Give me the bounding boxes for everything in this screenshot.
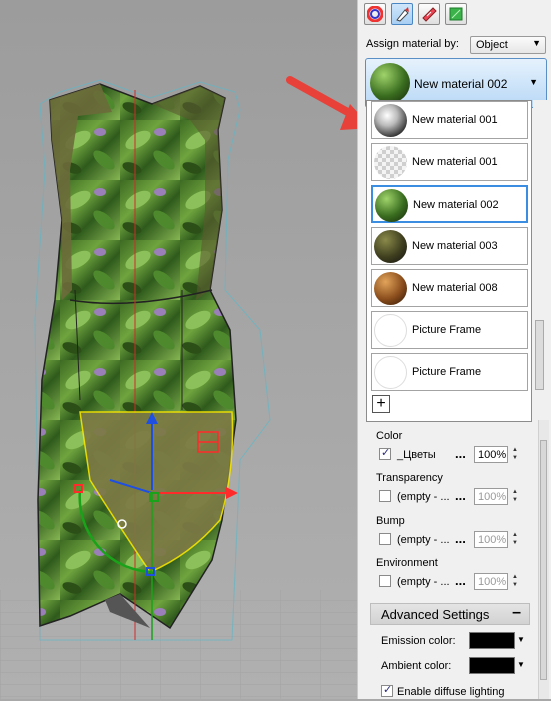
transparency-amount-stepper[interactable]: ▲ ▼ [509,488,521,505]
material-brush-icon[interactable] [391,3,413,25]
add-material-button[interactable]: + [372,395,390,413]
transparency-channel-row: (empty - ... ... 100% ▲ ▼ [379,488,529,506]
material-item-dark-olive[interactable]: New material 003 [371,227,528,265]
transparency-browse-button[interactable]: ... [455,488,466,503]
material-item-label: Picture Frame [412,366,482,378]
ambient-color-row: Ambient color: ▼ [381,657,526,675]
chevron-down-icon: ▼ [529,77,538,87]
environment-channel-row: (empty - ... ... 100% ▲ ▼ [379,573,529,591]
panel-scrollbar[interactable] [538,420,549,699]
material-item-selected[interactable]: New material 002 [371,185,528,223]
material-item-chrome[interactable]: New material 001 [371,101,528,139]
material-thumb-green-leaf [370,63,410,103]
bump-map-name: (empty - ... [397,534,450,546]
material-thumb-wood [374,272,407,305]
chevron-down-icon[interactable]: ▼ [517,660,525,669]
transparency-section-title: Transparency [376,472,443,484]
environment-channel-checkbox[interactable] [379,575,391,587]
dropdown-scrollbar[interactable] [533,100,547,422]
material-item-transparent[interactable]: New material 001 [371,143,528,181]
material-item-label: New material 001 [412,156,498,168]
bump-section-title: Bump [376,515,405,527]
material-item-wood[interactable]: New material 008 [371,269,528,307]
color-wheel-icon[interactable] [364,3,386,25]
chevron-down-icon[interactable]: ▼ [517,635,525,644]
ambient-color-label: Ambient color: [381,660,452,672]
color-amount-value: 100% [478,449,507,461]
assign-material-value: Object [476,39,508,51]
material-thumb-dark-olive [374,230,407,263]
color-section-title: Color [376,430,403,442]
fabric-texture-icon[interactable] [418,3,440,25]
viewport-canvas[interactable] [0,0,357,699]
assign-material-label: Assign material by: [366,38,459,50]
material-item-label: New material 008 [412,282,498,294]
color-channel-row: _Цветы ... 100% ▲▼ [379,446,529,464]
bump-channel-row: (empty - ... ... 100% ▲ ▼ [379,531,529,549]
material-item-picture-frame[interactable]: Picture Frame [371,353,528,391]
environment-map-name: (empty - ... [397,576,450,588]
diffuse-lighting-checkbox[interactable] [381,683,393,697]
material-dropdown-list[interactable]: New material 001 New material 001 New ma… [366,100,532,422]
panel-toolbar [364,3,467,27]
emission-color-swatch[interactable] [469,632,515,649]
environment-section-title: Environment [376,557,438,569]
material-item-label: New material 001 [412,114,498,126]
bump-amount-stepper[interactable]: ▲ ▼ [509,531,521,548]
color-channel-checkbox[interactable] [379,446,391,460]
diffuse-lighting-row: Enable diffuse lighting [381,683,531,701]
assign-material-row: Assign material by: Object ▼ [366,36,550,54]
gizmo-x-arrow[interactable] [226,487,238,499]
material-thumb-white [374,314,407,347]
material-item-label: New material 003 [412,240,498,252]
advanced-settings-header[interactable]: Advanced Settings – [370,603,530,625]
material-item-label: New material 002 [413,199,499,211]
color-map-name: _Цветы [397,449,436,461]
environment-browse-button[interactable]: ... [455,573,466,588]
environment-amount-value: 100% [478,576,507,588]
environment-amount-stepper[interactable]: ▲ ▼ [509,573,521,590]
color-browse-button[interactable]: ... [455,446,466,461]
color-amount-stepper[interactable]: ▲ ▼ [509,446,521,463]
transparency-amount-value: 100% [478,491,507,503]
transparency-map-name: (empty - ... [397,491,450,503]
transparency-channel-checkbox[interactable] [379,490,391,502]
color-amount-field[interactable]: 100% [474,446,508,463]
ambient-color-swatch[interactable] [469,657,515,674]
environment-amount-field[interactable]: 100% [474,573,508,590]
material-thumb-green-leaf [375,189,408,222]
emission-color-row: Emission color: ▼ [381,632,526,650]
bump-amount-field[interactable]: 100% [474,531,508,548]
collapse-icon[interactable]: – [512,604,521,622]
transparency-amount-field[interactable]: 100% [474,488,508,505]
advanced-settings-title: Advanced Settings [381,607,490,622]
diffuse-lighting-label: Enable diffuse lighting [397,686,505,698]
scrollbar-thumb[interactable] [535,320,544,390]
chevron-down-icon: ▼ [532,38,541,48]
bump-browse-button[interactable]: ... [455,531,466,546]
assign-material-select[interactable]: Object ▼ [470,36,546,54]
scrollbar-thumb[interactable] [540,440,547,680]
material-item-label: Picture Frame [412,324,482,336]
material-thumb-chrome [374,104,407,137]
bump-amount-value: 100% [478,534,507,546]
bump-channel-checkbox[interactable] [379,533,391,545]
material-thumb-white [374,356,407,389]
material-item-picture-frame[interactable]: Picture Frame [371,311,528,349]
3d-viewport[interactable] [0,0,357,699]
uv-map-icon[interactable] [445,3,467,25]
current-material-label: New material 002 [414,77,508,91]
emission-color-label: Emission color: [381,635,456,647]
material-thumb-transparent [374,146,407,179]
